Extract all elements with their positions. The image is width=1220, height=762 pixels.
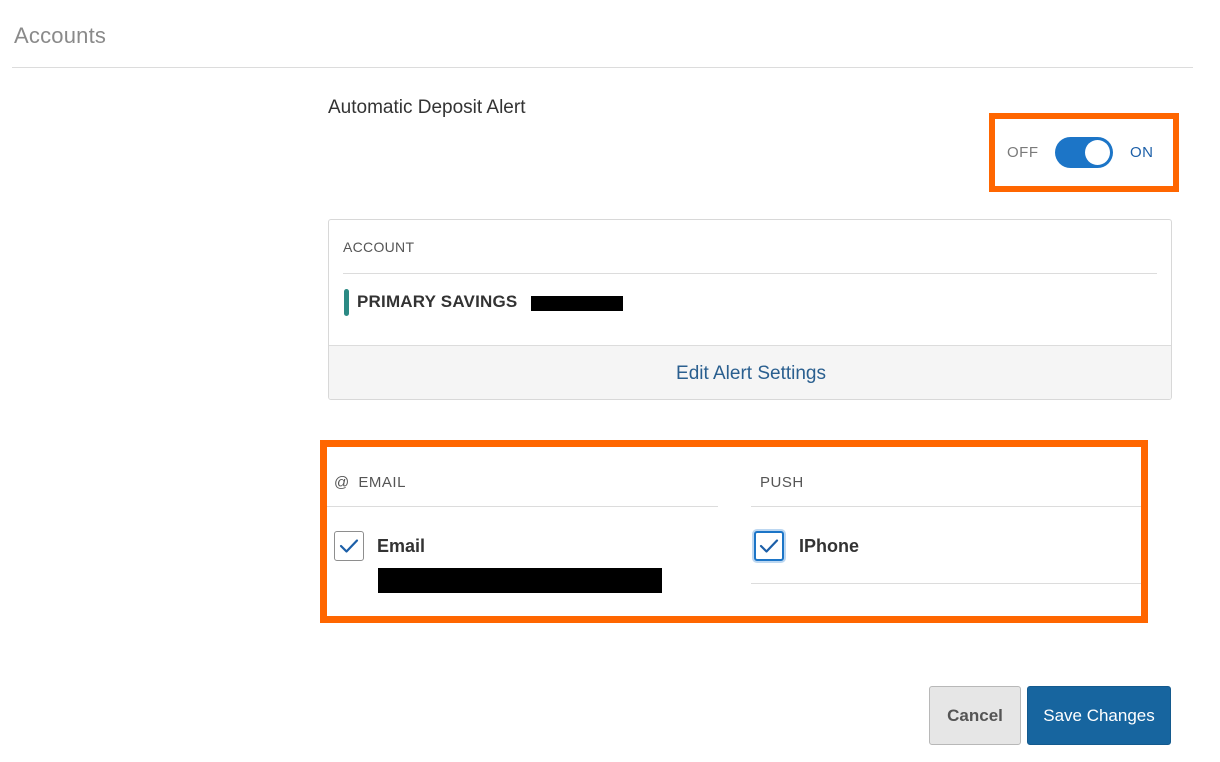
redacted-email-address	[378, 568, 662, 593]
toggle-off-label: OFF	[1007, 144, 1039, 161]
account-column-header: ACCOUNT	[343, 239, 415, 255]
page-title: Accounts	[14, 23, 107, 48]
email-option-label: Email	[377, 536, 426, 556]
iphone-option-label: IPhone	[799, 536, 860, 556]
redacted-account-number	[531, 296, 623, 311]
account-color-marker	[344, 289, 349, 316]
iphone-checkbox[interactable]	[754, 531, 784, 561]
alert-toggle-switch[interactable]	[1055, 137, 1113, 168]
edit-alert-settings-bar: Edit Alert Settings	[329, 345, 1171, 399]
divider	[751, 583, 1141, 584]
email-column-header: @ EMAIL	[334, 474, 406, 491]
divider	[327, 506, 718, 507]
delivery-channels-highlight: @ EMAIL Email PUSH IPhone	[320, 440, 1148, 623]
page-header: Accounts	[12, 20, 1193, 68]
checkmark-icon	[339, 539, 359, 553]
cancel-button[interactable]: Cancel	[929, 686, 1021, 745]
email-header-label: EMAIL	[358, 474, 406, 491]
at-sign-icon: @	[334, 474, 350, 491]
alert-title: Automatic Deposit Alert	[328, 97, 526, 118]
checkmark-icon	[759, 539, 779, 553]
edit-alert-settings-link[interactable]: Edit Alert Settings	[676, 363, 826, 385]
push-column-header: PUSH	[760, 474, 804, 491]
save-changes-button[interactable]: Save Changes	[1027, 686, 1171, 745]
divider	[343, 273, 1157, 274]
email-checkbox[interactable]	[334, 531, 364, 561]
toggle-on-label: ON	[1130, 144, 1154, 161]
alert-settings-page: Accounts Automatic Deposit Alert OFF ON …	[0, 0, 1220, 762]
alert-toggle-highlight: OFF ON	[989, 113, 1179, 192]
toggle-knob	[1085, 140, 1110, 165]
account-name: PRIMARY SAVINGS	[357, 292, 518, 311]
divider	[751, 506, 1141, 507]
account-card: ACCOUNT PRIMARY SAVINGS Edit Alert Setti…	[328, 219, 1172, 400]
